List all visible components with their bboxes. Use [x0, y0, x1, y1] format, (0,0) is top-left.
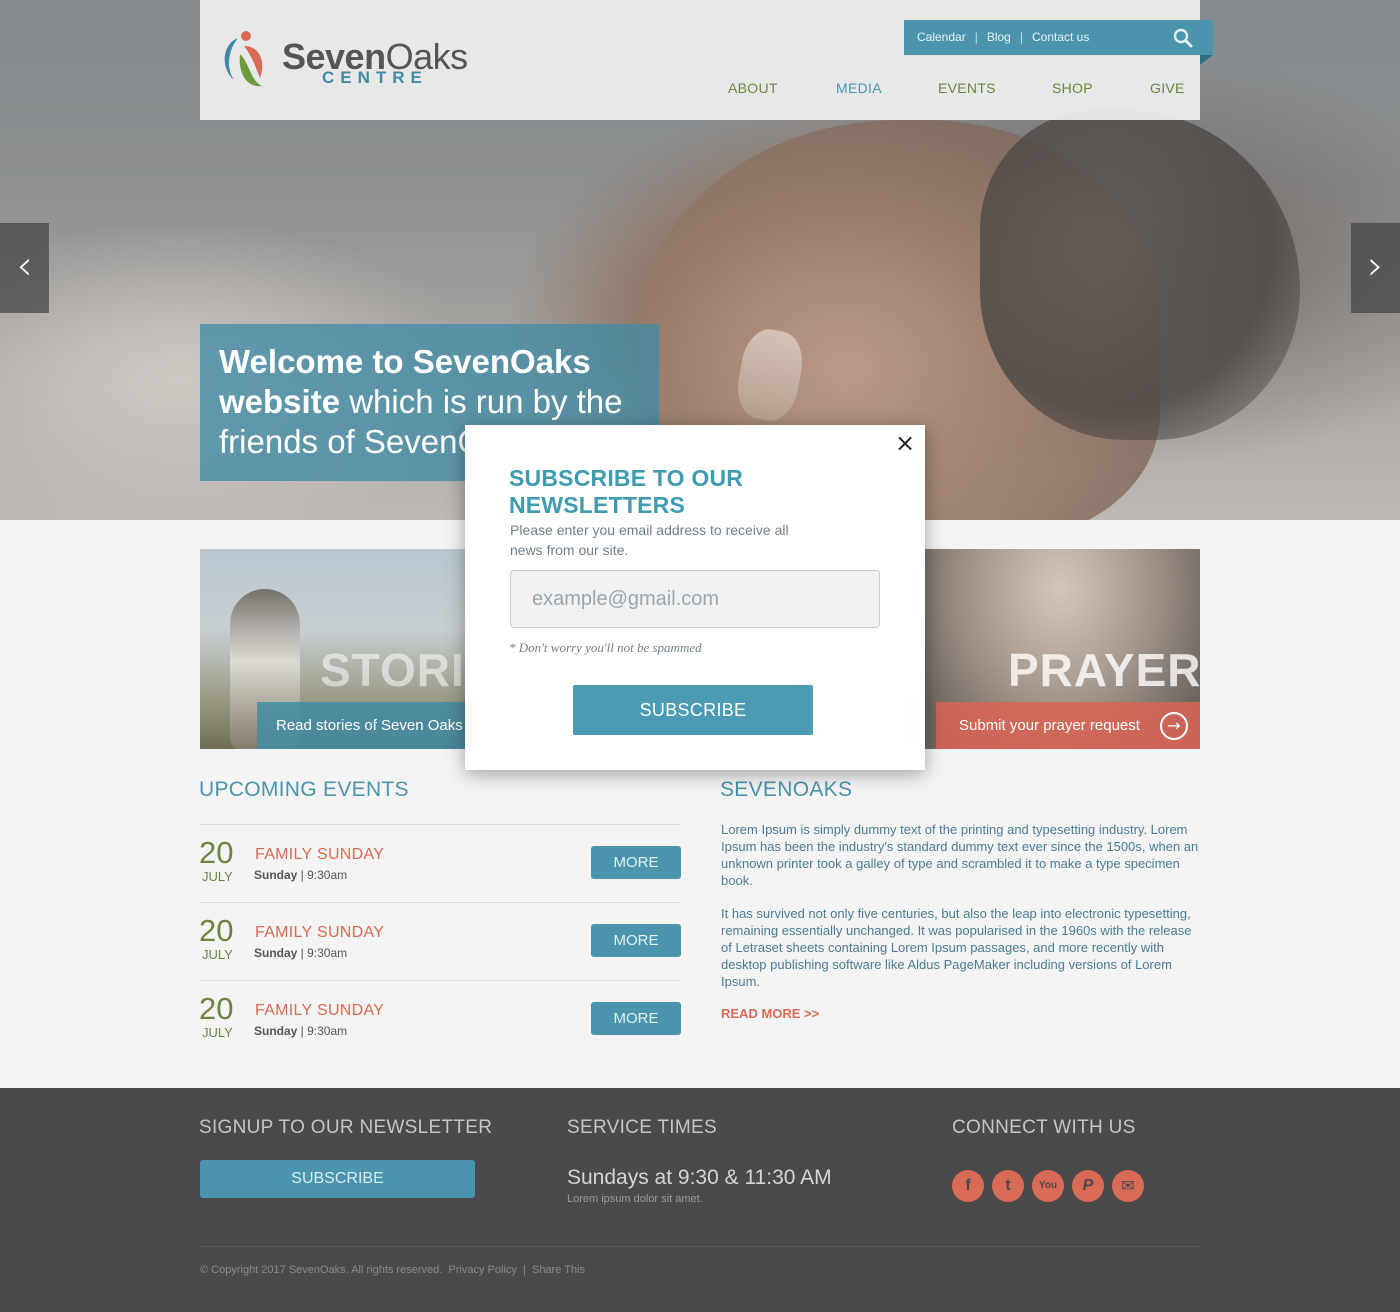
event-more-button[interactable]: MORE: [591, 1002, 681, 1035]
event-day: 20: [199, 913, 234, 948]
divider: |: [974, 30, 978, 44]
utility-bar-fold: [1200, 55, 1213, 65]
event-day: 20: [199, 991, 234, 1026]
read-more-link[interactable]: READ MORE >>: [721, 1006, 819, 1021]
event-title[interactable]: FAMILY SUNDAY: [255, 846, 384, 864]
stories-tile[interactable]: STORIES Read stories of Seven Oaks: [200, 549, 490, 749]
connect-heading: CONNECT WITH US: [952, 1117, 1136, 1138]
about-text: Lorem Ipsum is simply dummy text of the …: [721, 821, 1199, 1006]
privacy-policy-link[interactable]: Privacy Policy: [448, 1264, 516, 1276]
prayer-title: PRAYER: [1008, 644, 1200, 696]
nav-about[interactable]: ABOUT: [728, 80, 778, 96]
about-heading: SEVENOAKS: [720, 778, 853, 801]
event-month: JULY: [202, 947, 233, 962]
nav-events[interactable]: EVENTS: [938, 80, 996, 96]
event-time: Sunday | 9:30am: [254, 868, 348, 882]
link-blog[interactable]: Blog: [987, 30, 1011, 44]
subscribe-button[interactable]: SUBSCRIBE: [573, 685, 813, 735]
facebook-icon[interactable]: f: [952, 1170, 984, 1202]
about-paragraph-1: Lorem Ipsum is simply dummy text of the …: [721, 822, 1199, 888]
event-row: 20 JULY FAMILY SUNDAY Sunday | 9:30am MO…: [199, 902, 681, 980]
event-month: JULY: [202, 1025, 233, 1040]
newsletter-heading: SIGNUP TO OUR NEWSLETTER: [199, 1117, 493, 1138]
event-title[interactable]: FAMILY SUNDAY: [255, 924, 384, 942]
prayer-link-label: Submit your prayer request: [959, 717, 1140, 734]
search-icon[interactable]: [1173, 28, 1193, 48]
spam-note: * Don't worry you'll not be spammed: [509, 640, 702, 655]
service-times-heading: SERVICE TIMES: [567, 1117, 717, 1138]
divider: |: [519, 1264, 529, 1276]
event-day: 20: [199, 835, 234, 870]
email-field[interactable]: [510, 570, 880, 628]
copyright-text: © Copyright 2017 SevenOaks. All rights r…: [200, 1264, 443, 1276]
event-more-button[interactable]: MORE: [591, 846, 681, 879]
arrow-right-circle-icon[interactable]: →: [1160, 712, 1188, 740]
footer-copyright: © Copyright 2017 SevenOaks. All rights r…: [200, 1264, 585, 1276]
slider-prev-button[interactable]: ‹: [0, 223, 49, 313]
footer-subscribe-button[interactable]: SUBSCRIBE: [200, 1160, 475, 1198]
events-heading: UPCOMING EVENTS: [199, 778, 409, 801]
site-logo[interactable]: SevenOaks CENTRE: [216, 28, 476, 90]
chevron-left-icon: ‹: [16, 243, 33, 289]
youtube-icon[interactable]: You: [1032, 1170, 1064, 1202]
event-time: Sunday | 9:30am: [254, 1024, 348, 1038]
newsletter-modal: × SUBSCRIBE TO OUR NEWSLETTERS Please en…: [465, 425, 925, 770]
modal-description: Please enter you email address to receiv…: [510, 522, 789, 558]
events-list: 20 JULY FAMILY SUNDAY Sunday | 9:30am MO…: [199, 824, 681, 1058]
logo-mark-icon: [224, 31, 263, 87]
site-header: SevenOaks CENTRE Calendar | Blog | Contact u…: [200, 0, 1213, 120]
mail-icon[interactable]: ✉: [1112, 1170, 1144, 1202]
modal-title: SUBSCRIBE TO OUR NEWSLETTERS: [509, 465, 744, 518]
twitter-icon[interactable]: t: [992, 1170, 1024, 1202]
logo-subtitle: CENTRE: [322, 68, 428, 87]
chevron-right-icon: ›: [1367, 243, 1384, 289]
nav-give[interactable]: GIVE: [1150, 80, 1185, 96]
event-title[interactable]: FAMILY SUNDAY: [255, 1002, 384, 1020]
event-row: 20 JULY FAMILY SUNDAY Sunday | 9:30am MO…: [199, 824, 681, 902]
nav-media[interactable]: MEDIA: [836, 80, 882, 96]
service-times-note: Lorem ipsum dolor sit amet.: [567, 1193, 703, 1205]
event-month: JULY: [202, 869, 233, 884]
link-calendar[interactable]: Calendar: [917, 30, 966, 44]
prayer-link[interactable]: Submit your prayer request →: [936, 702, 1200, 749]
prayer-tile[interactable]: PRAYER Submit your prayer request →: [910, 549, 1200, 749]
divider: |: [1019, 30, 1023, 44]
utility-links: Calendar | Blog | Contact us: [917, 20, 1089, 55]
link-contact-us[interactable]: Contact us: [1032, 30, 1089, 44]
event-row: 20 JULY FAMILY SUNDAY Sunday | 9:30am MO…: [199, 980, 681, 1058]
utility-bar: Calendar | Blog | Contact us: [904, 20, 1213, 55]
nav-shop[interactable]: SHOP: [1052, 80, 1093, 96]
hero-image-shadow: [980, 110, 1300, 440]
close-icon[interactable]: ×: [895, 431, 915, 455]
paypal-icon[interactable]: P: [1072, 1170, 1104, 1202]
event-time: Sunday | 9:30am: [254, 946, 348, 960]
site-footer: SIGNUP TO OUR NEWSLETTER SUBSCRIBE SERVI…: [0, 1088, 1400, 1312]
footer-divider: [200, 1246, 1200, 1247]
event-more-button[interactable]: MORE: [591, 924, 681, 957]
share-this-link[interactable]: Share This: [532, 1264, 585, 1276]
about-paragraph-2: It has survived not only five centuries,…: [721, 906, 1192, 989]
slider-next-button[interactable]: ›: [1351, 223, 1400, 313]
service-times: Sundays at 9:30 & 11:30 AM: [567, 1166, 832, 1189]
stories-link[interactable]: Read stories of Seven Oaks: [257, 702, 490, 749]
